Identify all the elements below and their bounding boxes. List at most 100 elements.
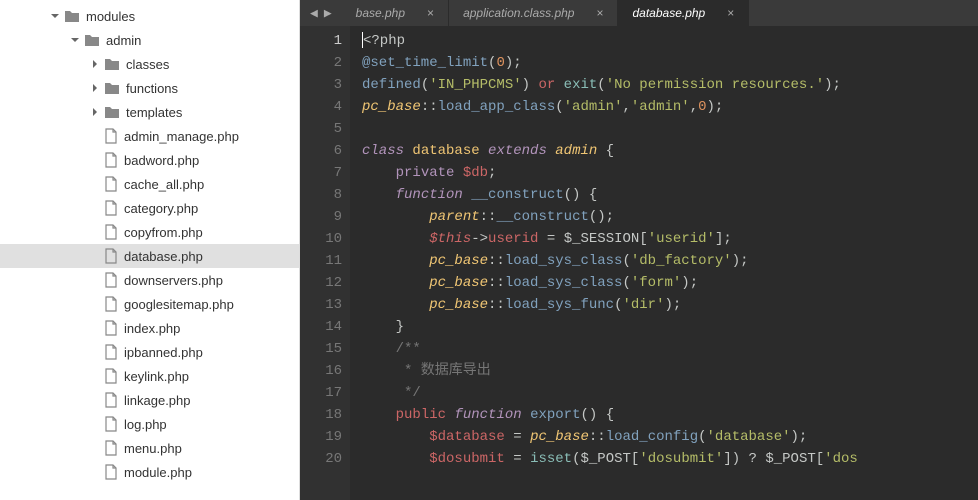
editor-tab[interactable]: application.class.php × xyxy=(449,0,618,26)
expand-arrow-icon xyxy=(90,203,100,213)
code-line[interactable]: /** xyxy=(362,338,978,360)
code-line[interactable] xyxy=(362,118,978,140)
file-icon xyxy=(104,248,118,264)
code-line[interactable]: public function export() { xyxy=(362,404,978,426)
code-line[interactable]: $database = pc_base::load_config('databa… xyxy=(362,426,978,448)
file-icon xyxy=(104,464,118,480)
file-icon xyxy=(104,200,118,216)
folder-item[interactable]: admin xyxy=(0,28,299,52)
tree-item-label: admin xyxy=(106,33,141,48)
file-item[interactable]: keylink.php xyxy=(0,364,299,388)
tab-label: base.php xyxy=(356,6,405,20)
code-line[interactable]: $dosubmit = isset($_POST['dosubmit']) ? … xyxy=(362,448,978,470)
code-line[interactable]: */ xyxy=(362,382,978,404)
code-line[interactable]: pc_base::load_sys_class('db_factory'); xyxy=(362,250,978,272)
expand-arrow-icon[interactable] xyxy=(50,11,60,21)
expand-arrow-icon xyxy=(90,467,100,477)
folder-item[interactable]: modules xyxy=(0,4,299,28)
expand-arrow-icon xyxy=(90,419,100,429)
tab-nav: ◀ ▶ xyxy=(300,6,342,21)
tree-item-label: module.php xyxy=(124,465,192,480)
file-icon xyxy=(104,176,118,192)
tree-item-label: menu.php xyxy=(124,441,182,456)
file-item[interactable]: copyfrom.php xyxy=(0,220,299,244)
tree-item-label: index.php xyxy=(124,321,180,336)
tab-bar: ◀ ▶ base.php×application.class.php×datab… xyxy=(300,0,978,26)
code-line[interactable]: @set_time_limit(0); xyxy=(362,52,978,74)
expand-arrow-icon xyxy=(90,155,100,165)
file-icon xyxy=(104,296,118,312)
expand-arrow-icon[interactable] xyxy=(90,107,100,117)
file-item[interactable]: cache_all.php xyxy=(0,172,299,196)
folder-icon xyxy=(84,33,100,47)
folder-icon xyxy=(64,9,80,23)
file-icon xyxy=(104,368,118,384)
file-tree-sidebar[interactable]: modules admin classes functions templatesadm… xyxy=(0,0,300,500)
code-area: 1234567891011121314151617181920 <?php@se… xyxy=(300,26,978,500)
file-item[interactable]: category.php xyxy=(0,196,299,220)
expand-arrow-icon xyxy=(90,395,100,405)
tree-item-label: downservers.php xyxy=(124,273,223,288)
file-item[interactable]: log.php xyxy=(0,412,299,436)
nav-back-icon[interactable]: ◀ xyxy=(310,6,318,21)
file-icon xyxy=(104,224,118,240)
code-editor[interactable]: <?php@set_time_limit(0);defined('IN_PHPC… xyxy=(350,26,978,500)
tree-item-label: modules xyxy=(86,9,135,24)
file-item[interactable]: module.php xyxy=(0,460,299,484)
line-gutter: 1234567891011121314151617181920 xyxy=(300,26,350,500)
expand-arrow-icon xyxy=(90,131,100,141)
code-line[interactable]: function __construct() { xyxy=(362,184,978,206)
file-icon xyxy=(104,152,118,168)
code-line[interactable]: $this->userid = $_SESSION['userid']; xyxy=(362,228,978,250)
file-item[interactable]: index.php xyxy=(0,316,299,340)
file-item[interactable]: database.php xyxy=(0,244,299,268)
folder-item[interactable]: templates xyxy=(0,100,299,124)
file-icon xyxy=(104,344,118,360)
close-icon[interactable]: × xyxy=(596,6,603,20)
close-icon[interactable]: × xyxy=(427,6,434,20)
code-line[interactable]: defined('IN_PHPCMS') or exit('No permiss… xyxy=(362,74,978,96)
file-icon xyxy=(104,392,118,408)
code-line[interactable]: pc_base::load_sys_class('form'); xyxy=(362,272,978,294)
file-item[interactable]: badword.php xyxy=(0,148,299,172)
code-line[interactable]: } xyxy=(362,316,978,338)
tree-item-label: functions xyxy=(126,81,178,96)
expand-arrow-icon xyxy=(90,371,100,381)
file-icon xyxy=(104,440,118,456)
code-line[interactable]: private $db; xyxy=(362,162,978,184)
expand-arrow-icon[interactable] xyxy=(70,35,80,45)
tree-item-label: category.php xyxy=(124,201,198,216)
close-icon[interactable]: × xyxy=(727,6,734,20)
code-line[interactable]: * 数据库导出 xyxy=(362,360,978,382)
expand-arrow-icon xyxy=(90,179,100,189)
expand-arrow-icon[interactable] xyxy=(90,83,100,93)
folder-icon xyxy=(104,105,120,119)
folder-item[interactable]: functions xyxy=(0,76,299,100)
tab-label: database.php xyxy=(632,6,705,20)
file-item[interactable]: admin_manage.php xyxy=(0,124,299,148)
file-item[interactable]: downservers.php xyxy=(0,268,299,292)
file-icon xyxy=(104,128,118,144)
editor-tab[interactable]: base.php × xyxy=(342,0,449,26)
file-item[interactable]: menu.php xyxy=(0,436,299,460)
file-item[interactable]: googlesitemap.php xyxy=(0,292,299,316)
file-item[interactable]: linkage.php xyxy=(0,388,299,412)
tree-item-label: classes xyxy=(126,57,169,72)
tree-item-label: ipbanned.php xyxy=(124,345,203,360)
file-item[interactable]: ipbanned.php xyxy=(0,340,299,364)
file-icon xyxy=(104,320,118,336)
code-line[interactable]: class database extends admin { xyxy=(362,140,978,162)
code-line[interactable]: <?php xyxy=(362,30,978,52)
expand-arrow-icon xyxy=(90,443,100,453)
tree-item-label: log.php xyxy=(124,417,167,432)
expand-arrow-icon xyxy=(90,251,100,261)
folder-item[interactable]: classes xyxy=(0,52,299,76)
editor-tab[interactable]: database.php × xyxy=(618,0,749,26)
nav-forward-icon[interactable]: ▶ xyxy=(324,6,332,21)
tab-label: application.class.php xyxy=(463,6,574,20)
code-line[interactable]: parent::__construct(); xyxy=(362,206,978,228)
code-line[interactable]: pc_base::load_sys_func('dir'); xyxy=(362,294,978,316)
code-line[interactable]: pc_base::load_app_class('admin','admin',… xyxy=(362,96,978,118)
expand-arrow-icon[interactable] xyxy=(90,59,100,69)
file-icon xyxy=(104,272,118,288)
